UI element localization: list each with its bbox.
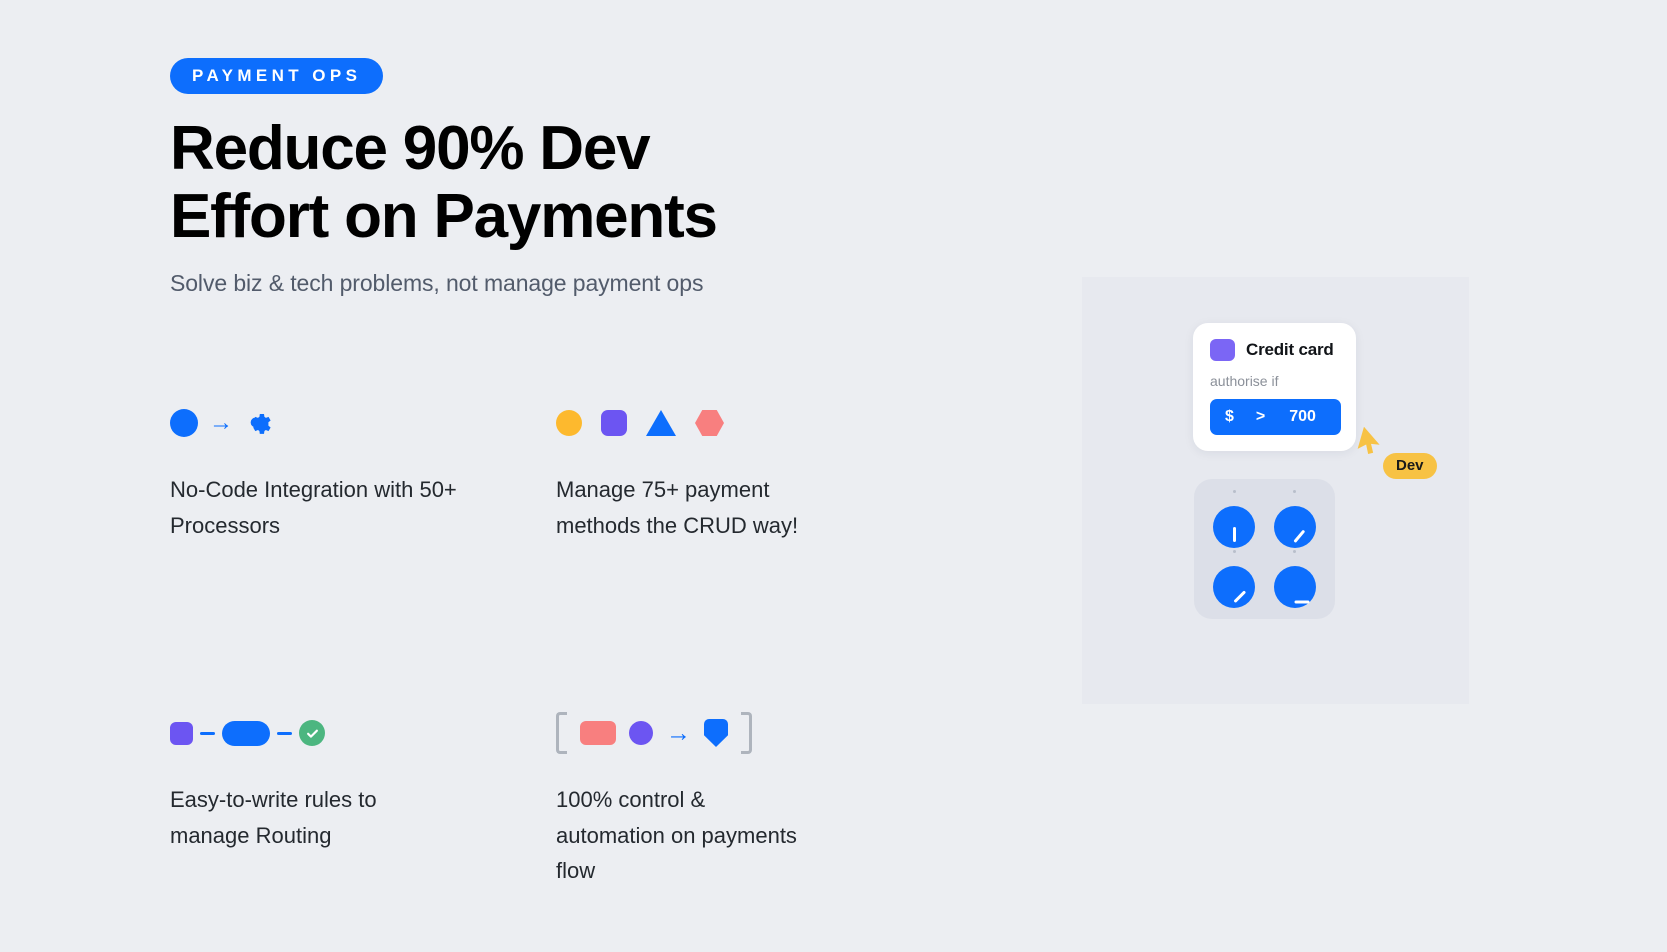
feature-label: No-Code Integration with 50+ Processors (170, 477, 457, 538)
salmon-hexagon-icon (695, 410, 724, 436)
condition-currency: $ (1225, 408, 1234, 425)
rule-card-subtitle: authorise if (1210, 373, 1279, 389)
blue-shield-icon (704, 719, 728, 747)
cursor-name-badge: Dev (1383, 453, 1437, 479)
dial-tick-icon (1293, 550, 1297, 553)
dial-control-panel (1194, 479, 1335, 619)
green-check-circle-icon (299, 720, 325, 746)
feature-payments-flow-control: → 100% control & automation on payments … (556, 710, 870, 889)
feature-icon-group: → (556, 710, 870, 756)
dial-knob-icon (1273, 506, 1316, 548)
hero-copy: PAYMENT OPS Reduce 90% Dev Effort on Pay… (170, 58, 870, 297)
feature-label: 100% control & automation on payments fl… (556, 787, 797, 884)
rule-card-title: Credit card (1246, 340, 1334, 359)
dial-3[interactable] (1208, 550, 1260, 608)
purple-circle-icon (629, 721, 653, 745)
page-title: Reduce 90% Dev Effort on Payments (170, 118, 870, 248)
feature-no-code-integration: → No-Code Integration with 50+ Processor… (170, 400, 556, 710)
dial-1[interactable] (1208, 490, 1260, 548)
feature-routing-rules: Easy-to-write rules to manage Routing (170, 710, 556, 889)
connector-dash-icon (277, 731, 292, 735)
hero-subtitle: Solve biz & tech problems, not manage pa… (170, 270, 704, 296)
gear-icon (244, 406, 274, 441)
condition-value: 700 (1289, 408, 1316, 425)
feature-payment-methods: Manage 75+ payment methods the CRUD way! (556, 400, 870, 710)
feature-icon-group (556, 400, 870, 446)
bracket-left-icon (556, 712, 567, 754)
condition-operator: > (1255, 408, 1266, 425)
dial-needle (1233, 590, 1246, 604)
dial-needle (1232, 527, 1236, 542)
eyebrow-badge: PAYMENT OPS (170, 58, 384, 94)
feature-label: Manage 75+ payment methods the CRUD way! (556, 477, 799, 538)
rule-card[interactable]: Credit card authorise if $ > 700 (1193, 323, 1356, 451)
dial-tick-icon (1232, 550, 1236, 553)
blue-pill-icon (222, 720, 270, 746)
arrow-right-icon: → (666, 718, 691, 747)
yellow-circle-icon (556, 410, 582, 436)
dial-2[interactable] (1269, 490, 1321, 548)
dial-needle (1294, 600, 1310, 604)
headline-line-2: Effort on Payments (170, 182, 718, 251)
hero-section: PAYMENT OPS Reduce 90% Dev Effort on Pay… (0, 0, 1667, 952)
purple-square-icon (170, 721, 193, 745)
feature-label: Easy-to-write rules to manage Routing (170, 787, 377, 848)
payment-method-swatch-icon (1210, 339, 1235, 361)
feature-grid: → No-Code Integration with 50+ Processor… (170, 400, 870, 889)
dial-needle (1293, 529, 1306, 543)
collaborator-cursor: Dev (1357, 427, 1437, 479)
headline-line-1: Reduce 90% Dev (170, 114, 651, 183)
feature-icon-group: → (170, 400, 556, 446)
bracket-right-icon (741, 712, 752, 754)
connector-dash-icon (200, 731, 215, 735)
dial-tick-icon (1293, 490, 1297, 493)
dial-knob-icon (1213, 566, 1256, 608)
feature-icon-group (170, 710, 556, 756)
arrow-right-icon: → (209, 409, 233, 436)
blue-circle-icon (170, 409, 198, 437)
purple-square-icon (601, 410, 627, 436)
dial-4[interactable] (1269, 550, 1321, 608)
illustration-panel: Credit card authorise if $ > 700 Dev (1082, 277, 1469, 704)
blue-triangle-icon (646, 410, 676, 436)
dial-knob-icon (1213, 506, 1256, 548)
cursor-pointer-icon (1357, 427, 1380, 454)
rule-card-header: Credit card (1210, 339, 1341, 361)
salmon-rect-icon (580, 721, 616, 745)
dial-tick-icon (1232, 490, 1236, 493)
dial-knob-icon (1273, 566, 1316, 608)
rule-condition-chip[interactable]: $ > 700 (1210, 399, 1341, 435)
